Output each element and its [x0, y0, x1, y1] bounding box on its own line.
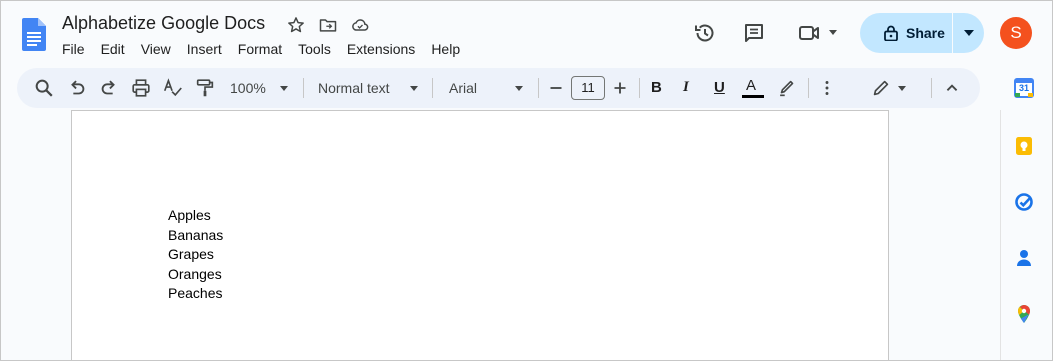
text-color-icon[interactable]: A: [746, 77, 756, 94]
italic-icon[interactable]: I: [683, 79, 689, 96]
side-panel-divider: [1000, 110, 1001, 361]
lock-icon: [884, 25, 898, 41]
toolbar-divider: [808, 78, 809, 98]
menu-tools[interactable]: Tools: [290, 40, 339, 58]
document-line[interactable]: Peaches: [168, 284, 223, 304]
comments-icon[interactable]: [742, 21, 766, 45]
more-options-icon[interactable]: [816, 77, 838, 99]
meet-icon[interactable]: [797, 21, 821, 45]
font-size-input[interactable]: 11: [571, 76, 605, 100]
zoom-dropdown-icon[interactable]: [280, 86, 288, 91]
hide-menus-chevron-up-icon[interactable]: [941, 77, 963, 99]
search-menus-icon[interactable]: [33, 77, 55, 99]
toolbar-divider: [639, 78, 640, 98]
menu-format[interactable]: Format: [230, 40, 290, 58]
paint-format-icon[interactable]: [194, 77, 216, 99]
spellcheck-icon[interactable]: [162, 77, 184, 99]
google-docs-logo-icon[interactable]: [22, 18, 46, 51]
font-dropdown-icon[interactable]: [515, 86, 523, 91]
calendar-day: 31: [1019, 83, 1030, 93]
menu-insert[interactable]: Insert: [179, 40, 230, 58]
tasks-icon[interactable]: [1014, 192, 1034, 212]
editing-mode-dropdown-icon[interactable]: [898, 86, 906, 91]
contacts-icon[interactable]: [1014, 248, 1034, 268]
underline-icon[interactable]: U: [714, 79, 725, 96]
print-icon[interactable]: [130, 77, 152, 99]
document-line[interactable]: Apples: [168, 206, 223, 226]
zoom-select[interactable]: 100%: [230, 80, 266, 96]
menu-bar: File Edit View Insert Format Tools Exten…: [54, 40, 468, 58]
caret-down-icon: [963, 30, 974, 36]
menu-help[interactable]: Help: [423, 40, 468, 58]
toolbar-divider: [303, 78, 304, 98]
menu-view[interactable]: View: [133, 40, 179, 58]
share-main[interactable]: Share: [860, 13, 952, 53]
text-color-swatch: [742, 95, 764, 98]
document-body[interactable]: Apples Bananas Grapes Oranges Peaches: [168, 206, 223, 304]
toolbar-divider: [432, 78, 433, 98]
document-line[interactable]: Oranges: [168, 265, 223, 285]
star-icon[interactable]: [286, 15, 306, 35]
share-dropdown-button[interactable]: [953, 13, 984, 53]
meet-dropdown-icon[interactable]: [829, 30, 837, 35]
calendar-icon[interactable]: 31: [1014, 78, 1034, 98]
style-dropdown-icon[interactable]: [410, 86, 418, 91]
decrease-font-size-icon[interactable]: [545, 77, 567, 99]
toolbar-divider: [538, 78, 539, 98]
menu-edit[interactable]: Edit: [93, 40, 133, 58]
formatting-toolbar: 100% Normal text Arial 11 B I U A: [17, 68, 980, 108]
version-history-icon[interactable]: [693, 21, 717, 45]
increase-font-size-icon[interactable]: [609, 77, 631, 99]
keep-icon[interactable]: [1014, 136, 1034, 156]
cloud-saved-icon[interactable]: [350, 15, 370, 35]
toolbar-divider: [931, 78, 932, 98]
paragraph-style-select[interactable]: Normal text: [318, 80, 390, 96]
share-button[interactable]: Share: [860, 13, 984, 53]
menu-extensions[interactable]: Extensions: [339, 40, 423, 58]
document-title[interactable]: Alphabetize Google Docs: [62, 13, 265, 34]
highlight-color-icon[interactable]: [776, 77, 798, 99]
move-to-folder-icon[interactable]: [318, 15, 338, 35]
share-label: Share: [906, 25, 945, 41]
font-select[interactable]: Arial: [449, 80, 477, 96]
editing-mode-icon[interactable]: [870, 77, 892, 99]
menu-file[interactable]: File: [54, 40, 93, 58]
document-line[interactable]: Bananas: [168, 226, 223, 246]
user-avatar[interactable]: S: [1000, 17, 1032, 49]
bold-icon[interactable]: B: [651, 79, 662, 96]
document-line[interactable]: Grapes: [168, 245, 223, 265]
redo-icon[interactable]: [98, 77, 120, 99]
maps-icon[interactable]: [1014, 304, 1034, 324]
undo-icon[interactable]: [66, 77, 88, 99]
